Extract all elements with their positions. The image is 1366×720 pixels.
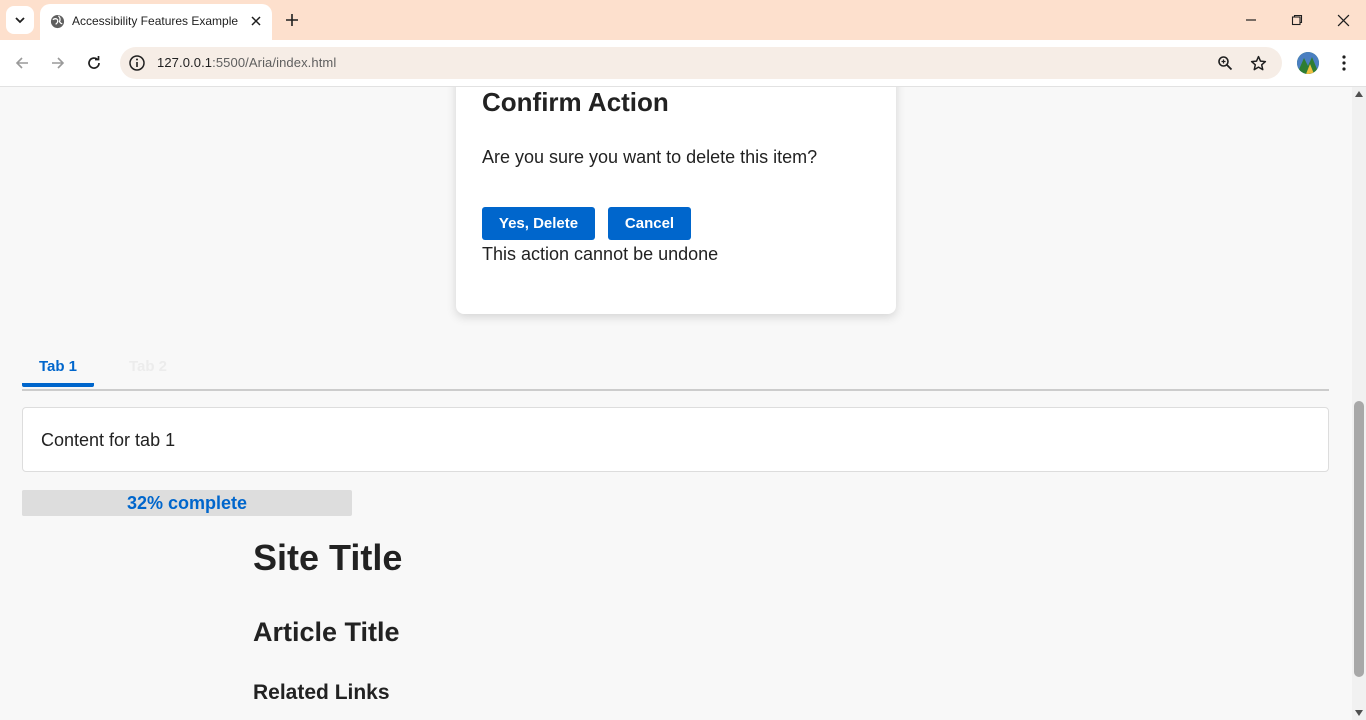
- reload-button[interactable]: [83, 52, 105, 74]
- arrow-right-icon: [52, 57, 65, 69]
- dialog-title: Confirm Action: [482, 87, 669, 117]
- tab-search-button[interactable]: [6, 6, 34, 34]
- close-icon[interactable]: [248, 13, 264, 29]
- article-title: Article Title: [253, 617, 400, 647]
- browser-menu-button[interactable]: [1334, 52, 1354, 74]
- browser-tabstrip: Accessibility Features Example: [0, 0, 1366, 40]
- dialog-message: Are you sure you want to delete this ite…: [482, 147, 818, 167]
- zoom-icon: [1218, 56, 1233, 71]
- tab-2[interactable]: Tab 2: [112, 349, 184, 387]
- scroll-up-arrow-icon[interactable]: [1355, 91, 1363, 97]
- forward-button[interactable]: [47, 52, 69, 74]
- cancel-button[interactable]: Cancel: [608, 207, 691, 240]
- page-scrollbar[interactable]: [1352, 87, 1366, 720]
- info-icon[interactable]: [128, 54, 146, 72]
- tab-1[interactable]: Tab 1: [22, 349, 94, 387]
- progress-bar: 32% complete: [22, 490, 352, 516]
- url-host: 127.0.0.1: [157, 55, 213, 70]
- restore-icon: [1291, 14, 1303, 26]
- browser-tab-active[interactable]: Accessibility Features Example: [40, 4, 272, 40]
- restore-button[interactable]: [1285, 8, 1309, 32]
- bookmark-button[interactable]: [1248, 53, 1268, 73]
- progress-label: 32% complete: [126, 493, 248, 513]
- minimize-button[interactable]: [1239, 8, 1263, 32]
- confirm-delete-button[interactable]: Yes, Delete: [482, 207, 595, 240]
- minimize-icon: [1246, 19, 1256, 21]
- chevron-down-icon: [15, 17, 25, 24]
- browser-toolbar: 127.0.0.1:5500/Aria/index.html: [0, 40, 1366, 87]
- tab-list: Tab 1 Tab 2: [22, 349, 1329, 391]
- globe-icon: [50, 14, 65, 29]
- avatar-icon: [1297, 52, 1319, 74]
- reload-icon: [88, 56, 100, 69]
- browser-tab-title: Accessibility Features Example: [72, 14, 239, 28]
- plus-icon[interactable]: [282, 10, 302, 30]
- kebab-menu-icon: [1342, 55, 1346, 71]
- star-icon: [1250, 55, 1266, 70]
- tab-panel-text: Content for tab 1: [41, 430, 176, 450]
- close-icon: [1337, 14, 1349, 26]
- site-title: Site Title: [253, 537, 403, 578]
- zoom-button[interactable]: [1215, 53, 1235, 73]
- related-links-heading: Related Links: [253, 681, 390, 704]
- page-viewport: Confirm Action Are you sure you want to …: [0, 87, 1352, 720]
- back-button[interactable]: [11, 52, 33, 74]
- tab-panel: Content for tab 1: [22, 407, 1329, 472]
- scroll-down-arrow-icon[interactable]: [1355, 710, 1363, 716]
- profile-avatar[interactable]: [1297, 52, 1319, 74]
- dialog-note: This action cannot be undone: [482, 244, 719, 264]
- confirm-dialog: Confirm Action Are you sure you want to …: [456, 87, 896, 314]
- address-bar[interactable]: 127.0.0.1:5500/Aria/index.html: [120, 47, 1282, 79]
- scroll-thumb[interactable]: [1354, 401, 1364, 677]
- url-path: :5500/Aria/index.html: [212, 55, 337, 70]
- url-text: 127.0.0.1:5500/Aria/index.html: [157, 55, 336, 70]
- arrow-left-icon: [15, 57, 28, 69]
- window-close-button[interactable]: [1331, 8, 1355, 32]
